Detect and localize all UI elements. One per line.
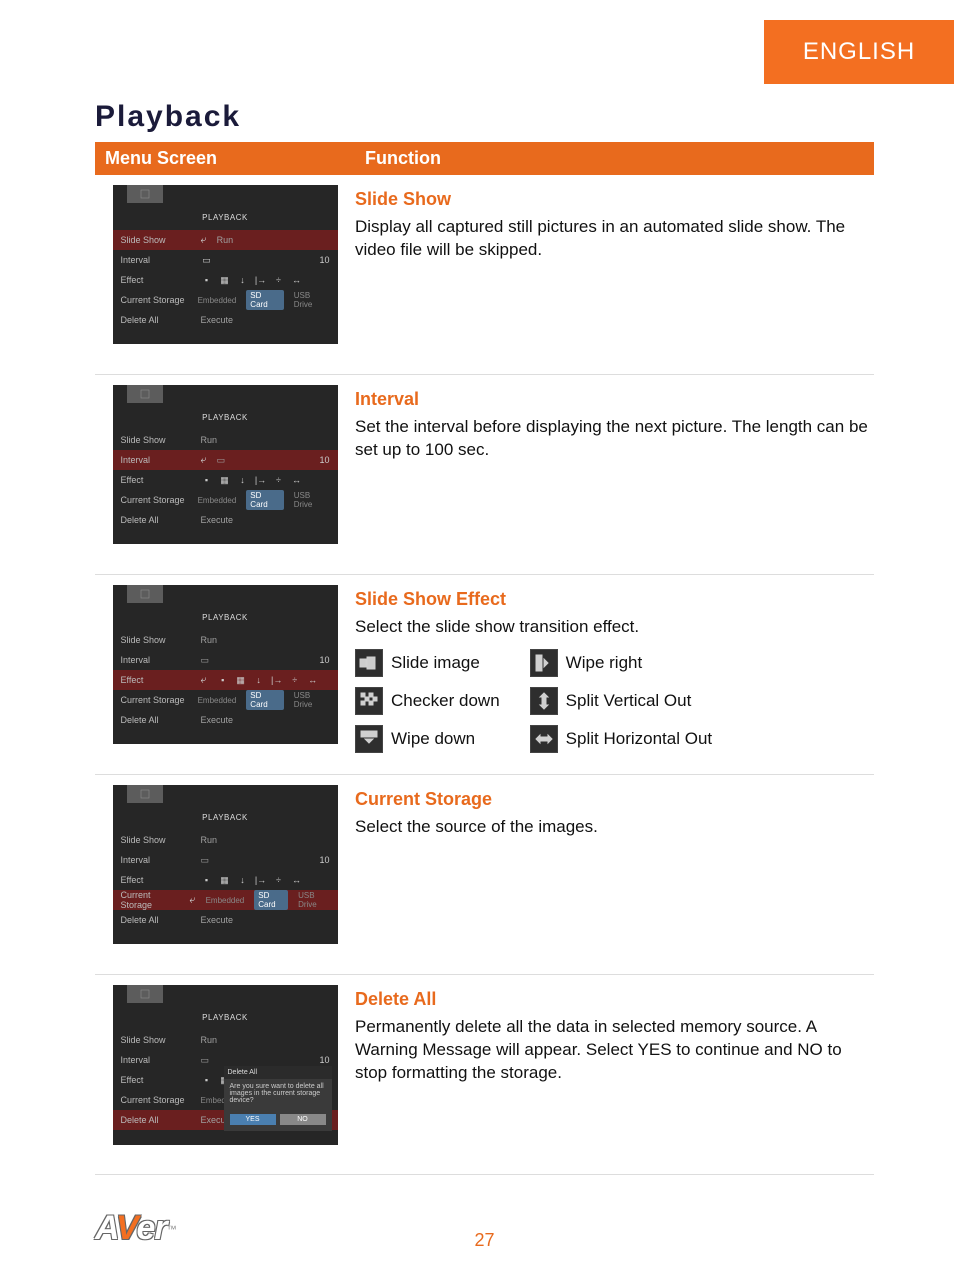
table-row: PLAYBACK Slide ShowRun Interval▭10 Effec… xyxy=(95,575,874,775)
table-header-right: Function xyxy=(365,148,864,169)
menu-screenshot-delete: PLAYBACK Slide ShowRun Interval▭10 Effec… xyxy=(113,985,338,1145)
language-indicator: ENGLISH xyxy=(764,20,954,84)
effect-label: Checker down xyxy=(391,691,500,711)
function-title: Delete All xyxy=(355,989,874,1010)
table-header-left: Menu Screen xyxy=(105,148,365,169)
function-body: Permanently delete all the data in selec… xyxy=(355,1016,874,1085)
split-horizontal-icon xyxy=(530,725,558,753)
function-title: Slide Show xyxy=(355,189,874,210)
wipe-down-icon xyxy=(355,725,383,753)
page-number: 27 xyxy=(474,1230,494,1251)
table-header: Menu Screen Function xyxy=(95,142,874,175)
slide-image-icon xyxy=(355,649,383,677)
delete-confirm-popup: Delete All Are you sure want to delete a… xyxy=(224,1066,332,1131)
effect-label: Split Vertical Out xyxy=(566,691,692,711)
menu-screenshot-slide-show: PLAYBACK Slide Show⤶Run Interval▭10 Effe… xyxy=(113,185,338,344)
function-body: Display all captured still pictures in a… xyxy=(355,216,874,262)
no-button[interactable]: NO xyxy=(280,1114,326,1125)
function-title: Interval xyxy=(355,389,874,410)
function-body: Set the interval before displaying the n… xyxy=(355,416,874,462)
brand-logo: AVer™ xyxy=(95,1209,177,1248)
menu-screenshot-interval: PLAYBACK Slide ShowRun Interval⤶▭10 Effe… xyxy=(113,385,338,544)
function-title: Slide Show Effect xyxy=(355,589,874,610)
wipe-right-icon xyxy=(530,649,558,677)
table-row: PLAYBACK Slide ShowRun Interval▭10 Effec… xyxy=(95,775,874,975)
menu-screenshot-storage: PLAYBACK Slide ShowRun Interval▭10 Effec… xyxy=(113,785,338,944)
effect-label: Wipe down xyxy=(391,729,475,749)
function-body: Select the source of the images. xyxy=(355,816,874,839)
table-row: PLAYBACK Slide ShowRun Interval⤶▭10 Effe… xyxy=(95,375,874,575)
page-title: Playback xyxy=(95,100,874,134)
effect-list: Slide image Checker down Wipe down Wipe … xyxy=(355,649,874,753)
effect-label: Slide image xyxy=(391,653,480,673)
split-vertical-icon xyxy=(530,687,558,715)
function-title: Current Storage xyxy=(355,789,874,810)
table-row: PLAYBACK Slide ShowRun Interval▭10 Effec… xyxy=(95,975,874,1175)
yes-button[interactable]: YES xyxy=(230,1114,276,1125)
header-row: ENGLISH xyxy=(0,0,954,90)
function-body: Select the slide show transition effect. xyxy=(355,616,874,639)
effect-label: Wipe right xyxy=(566,653,643,673)
menu-screenshot-effect: PLAYBACK Slide ShowRun Interval▭10 Effec… xyxy=(113,585,338,744)
page-footer: AVer™ 27 xyxy=(95,1205,874,1275)
effect-label: Split Horizontal Out xyxy=(566,729,712,749)
table-row: PLAYBACK Slide Show⤶Run Interval▭10 Effe… xyxy=(95,175,874,375)
checker-down-icon xyxy=(355,687,383,715)
